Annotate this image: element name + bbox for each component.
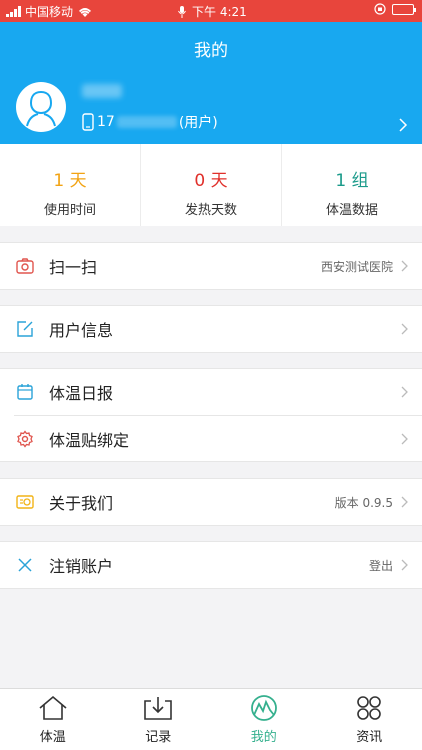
tab-label: 记录 xyxy=(145,730,172,745)
stat-value: 0 天 xyxy=(194,171,228,191)
menu-item-daily-report[interactable]: 体温日报 xyxy=(0,369,422,415)
tab-records[interactable]: 记录 xyxy=(106,689,212,750)
profile-header: 我的 17 (用户) xyxy=(0,22,422,144)
tab-temperature[interactable]: 体温 xyxy=(0,689,106,750)
gear-icon xyxy=(17,430,33,448)
status-bar: 中国移动 下午 4:21 xyxy=(0,0,422,22)
chevron-right-icon xyxy=(401,323,408,335)
chevron-right-icon xyxy=(401,433,408,444)
signal-icon xyxy=(6,6,21,17)
logout-link[interactable]: 登出 xyxy=(369,557,393,574)
info-card-icon xyxy=(16,495,34,509)
phone-row: 17 (用户) xyxy=(82,112,218,132)
stat-label: 使用时间 xyxy=(43,203,96,218)
tab-news[interactable]: 资讯 xyxy=(317,689,422,750)
menu-label: 用户信息 xyxy=(49,321,114,340)
page-title: 我的 xyxy=(194,41,228,61)
menu-group-account: 注销账户 登出 xyxy=(0,541,422,589)
download-tray-icon xyxy=(144,697,173,720)
status-time: 下午 4:21 xyxy=(192,5,247,19)
user-role: (用户) xyxy=(178,115,218,131)
camera-icon xyxy=(16,258,34,274)
menu-group-user-info: 用户信息 xyxy=(0,305,422,353)
menu-label: 体温贴绑定 xyxy=(49,430,130,450)
user-name-masked xyxy=(82,84,142,100)
stat-usage-time: 1 天 使用时间 xyxy=(0,144,141,226)
tab-mine[interactable]: 我的 xyxy=(211,689,317,750)
menu-label: 关于我们 xyxy=(49,494,114,513)
phone-masked xyxy=(116,116,177,128)
menu-group-about: 关于我们 版本 0.9.5 xyxy=(0,478,422,526)
hospital-name: 西安测试医院 xyxy=(320,259,393,274)
wifi-icon xyxy=(79,7,92,17)
stat-label: 发热天数 xyxy=(184,203,237,218)
user-avatar-icon xyxy=(17,83,65,131)
chevron-right-icon xyxy=(401,260,408,272)
menu-item-user-info[interactable]: 用户信息 xyxy=(0,306,422,352)
menu-item-cancel-account[interactable]: 注销账户 登出 xyxy=(0,542,422,588)
menu-item-about-us[interactable]: 关于我们 版本 0.9.5 xyxy=(0,479,422,525)
stat-temperature-data: 1 组 体温数据 xyxy=(282,144,422,226)
stat-fever-days: 0 天 发热天数 xyxy=(141,144,282,226)
tab-label: 我的 xyxy=(250,730,277,745)
chevron-right-icon[interactable] xyxy=(399,118,408,132)
stat-value: 1 组 xyxy=(335,171,369,191)
menu-label: 扫一扫 xyxy=(49,258,98,277)
bottom-tab-bar: 体温 记录 我的 资讯 xyxy=(0,688,422,750)
home-icon xyxy=(39,695,67,720)
chevron-right-icon xyxy=(401,386,408,398)
menu-group-scan: 扫一扫 西安测试医院 xyxy=(0,242,422,290)
menu-item-patch-binding[interactable]: 体温贴绑定 xyxy=(14,415,422,461)
mountain-logo-icon xyxy=(250,695,277,721)
edit-icon xyxy=(17,321,33,337)
stat-value: 1 天 xyxy=(53,171,87,191)
app-version: 版本 0.9.5 xyxy=(334,495,393,510)
menu-label: 注销账户 xyxy=(49,557,114,576)
menu-label: 体温日报 xyxy=(49,384,114,403)
carrier-name: 中国移动 xyxy=(25,5,74,19)
rotation-lock-icon xyxy=(374,3,386,15)
calendar-icon xyxy=(17,384,33,400)
tab-label: 资讯 xyxy=(356,730,383,745)
chevron-right-icon xyxy=(401,559,408,571)
close-icon xyxy=(18,558,32,572)
four-circles-icon xyxy=(357,696,382,720)
chevron-right-icon xyxy=(401,496,408,508)
phone-icon xyxy=(82,113,94,131)
stats-row: 1 天 使用时间 0 天 发热天数 1 组 体温数据 xyxy=(0,144,422,226)
stat-label: 体温数据 xyxy=(325,203,378,218)
battery-icon xyxy=(392,3,416,15)
menu-item-scan[interactable]: 扫一扫 西安测试医院 xyxy=(0,243,422,289)
menu-group-temperature: 体温日报 体温贴绑定 xyxy=(0,368,422,462)
phone-prefix: 17 xyxy=(97,114,115,130)
tab-label: 体温 xyxy=(39,730,66,745)
microphone-icon xyxy=(178,5,186,18)
avatar[interactable] xyxy=(16,82,66,132)
